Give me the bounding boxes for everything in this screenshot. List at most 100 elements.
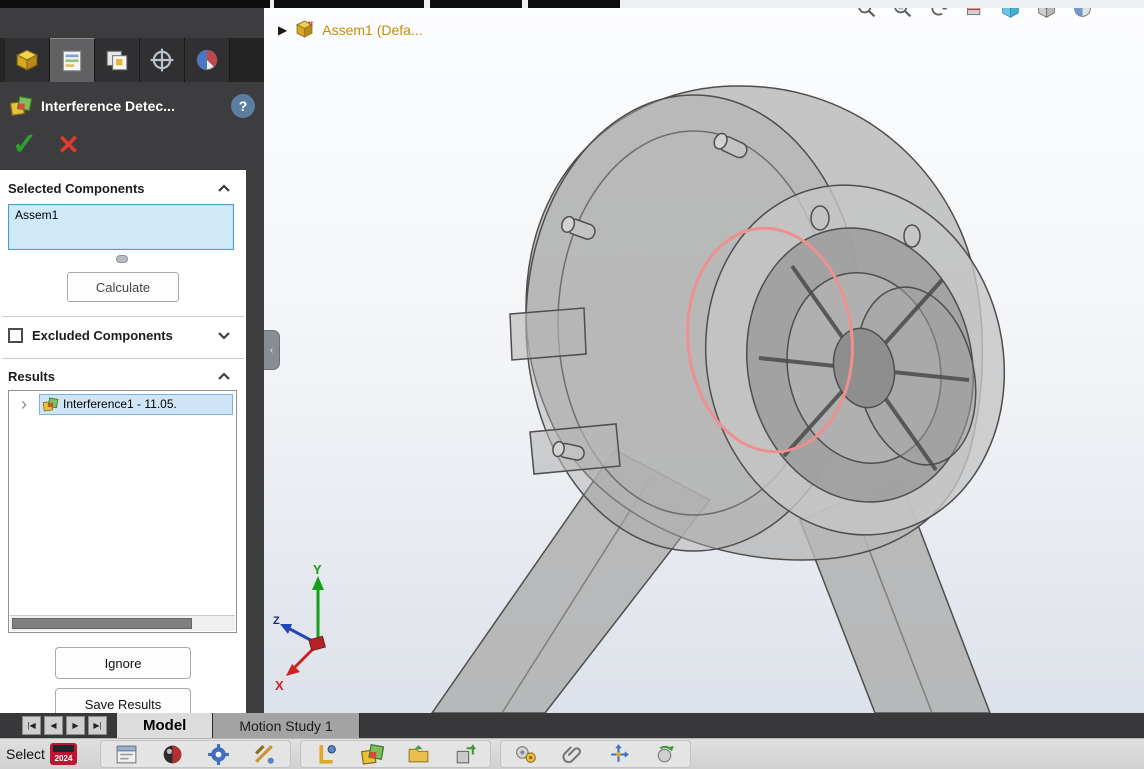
help-icon[interactable]: ? [231,94,255,118]
status-mode-text: Select [6,746,50,762]
calculate-button[interactable]: Calculate [67,272,179,302]
breadcrumb-assembly-name[interactable]: Assem1 (Defa... [322,22,422,38]
tab-property-manager[interactable] [50,38,95,82]
property-manager-panel: Interference Detec... ? ✓ ✕ Selected Com… [0,8,264,713]
gear-pair-icon[interactable] [514,742,539,767]
result-row[interactable]: › Interference1 - 11.05. [9,391,236,417]
chevron-up-icon[interactable] [216,183,232,194]
toolbar-group-evaluate [100,740,291,768]
tab-display-manager[interactable] [185,38,230,82]
document-tab-bar: |◀ ◀ ▶ ▶| Model Motion Study 1 [0,713,1144,738]
command-tab-segment [430,0,522,8]
property-manager-actions: ✓ ✕ [0,124,264,166]
graphics-area[interactable]: ▶ Assem1 (Defa... [264,8,1144,713]
result-item-label: Interference1 - 11.05. [63,397,177,411]
tab-model-label: Model [143,717,186,734]
toolbar-group-assembly [300,740,491,768]
insert-component-folder-icon[interactable] [406,742,431,767]
top-menu-strip [0,0,1144,8]
zoom-fit-icon[interactable] [856,8,877,19]
panel-collapse-handle[interactable]: ‹ [264,330,280,370]
manager-tabs [0,38,264,82]
command-tab-segment [528,0,620,8]
zoom-area-icon[interactable] [892,8,913,19]
results-header: Results [0,366,246,386]
solidworks-version-badge[interactable]: 2024 [50,743,77,765]
tab-model[interactable]: Model [117,713,213,738]
version-badge-label: 2024 [55,754,73,763]
view-orientation-cube-icon[interactable] [1000,8,1021,19]
status-bar: Select 2024 [0,738,1144,769]
tab-next-icon[interactable]: ▶ [66,716,85,735]
selected-components-listbox[interactable]: Assem1 [8,204,234,250]
ignore-button[interactable]: Ignore [55,647,191,679]
display-sphere-icon [194,47,220,73]
heads-up-view-toolbar [856,8,1093,19]
solidworks-window: Interference Detec... ? ✓ ✕ Selected Com… [0,0,1144,769]
resize-grip[interactable] [116,255,128,263]
appearance-sphere-icon[interactable] [1072,8,1093,19]
interference-detection-icon [9,94,33,118]
triad-x-label: X [275,678,284,693]
selected-components-header: Selected Components [0,178,246,198]
tab-motion-study-label: Motion Study 1 [239,718,332,734]
render-sphere-icon[interactable] [160,742,185,767]
cancel-x-icon[interactable]: ✕ [57,132,80,159]
panel-title: Interference Detec... [41,98,223,114]
section-view-icon[interactable] [964,8,985,19]
crosshair-icon [149,47,175,73]
property-form-icon [59,48,85,74]
tab-last-icon[interactable]: ▶| [88,716,107,735]
interference-result-icon [42,396,59,413]
tab-configuration-manager[interactable] [95,38,140,82]
chevron-down-icon[interactable] [216,330,232,341]
move-component-icon[interactable] [606,742,631,767]
toolbar-group-motion [500,740,691,768]
section-divider [2,316,244,317]
tab-first-icon[interactable]: |◀ [22,716,41,735]
tab-navigation: |◀ ◀ ▶ ▶| [0,713,117,738]
interference-detection-tool-icon[interactable] [360,742,385,767]
display-style-icon[interactable] [1036,8,1057,19]
menu-segment [0,0,270,8]
assembly-icon [295,20,314,39]
horizontal-scrollbar[interactable] [10,615,235,631]
result-selected-item[interactable]: Interference1 - 11.05. [39,394,233,415]
feature-tree-icon [14,47,40,73]
tab-dimxpert-manager[interactable] [140,38,185,82]
form-window-icon[interactable] [114,742,139,767]
gear-blue-icon[interactable] [206,742,231,767]
tab-previous-icon[interactable]: ◀ [44,716,63,735]
main-area: Interference Detec... ? ✓ ✕ Selected Com… [0,8,1144,713]
exploded-view-icon[interactable] [452,742,477,767]
results-list[interactable]: › Interference1 - 11.05. [8,390,237,633]
chevron-up-icon[interactable] [216,371,232,382]
save-results-button[interactable]: Save Results [55,688,191,713]
tab-motion-study-1[interactable]: Motion Study 1 [213,713,359,738]
property-manager-header: Interference Detec... ? [0,88,264,124]
section-divider [2,358,244,359]
triad-z-label: Z [273,615,280,627]
assembly-3d-model[interactable] [264,8,1144,713]
configurations-icon [104,47,130,73]
excluded-components-label: Excluded Components [32,328,207,343]
paperclip-icon[interactable] [560,742,585,767]
ok-check-icon[interactable]: ✓ [12,130,37,160]
scrollbar-thumb[interactable] [12,618,192,629]
measure-caliper-icon[interactable] [252,742,277,767]
coordinate-triad: Y Z X [272,564,362,694]
previous-view-icon[interactable] [928,8,949,19]
results-label: Results [8,369,216,384]
breadcrumb: ▶ Assem1 (Defa... [278,20,423,39]
tree-expander-icon[interactable]: ▶ [278,23,287,37]
expand-arrow-icon[interactable]: › [15,395,33,413]
selected-components-label: Selected Components [8,181,216,196]
mate-bracket-icon[interactable] [314,742,339,767]
command-tab-segment [274,0,424,8]
tab-feature-manager[interactable] [5,38,50,82]
selected-component-item[interactable]: Assem1 [9,205,233,225]
rotate-component-icon[interactable] [652,742,677,767]
excluded-components-checkbox[interactable] [8,328,23,343]
triad-y-label: Y [313,564,322,577]
excluded-components-header: Excluded Components [0,323,246,347]
